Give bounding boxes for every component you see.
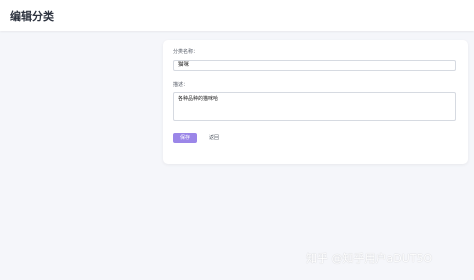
category-name-label: 分类名称： bbox=[173, 49, 199, 55]
back-button[interactable]: 返回 bbox=[209, 133, 219, 143]
description-label: 描述： bbox=[173, 82, 189, 88]
watermark: 知乎 @知乎用户aDUT5O bbox=[306, 252, 433, 265]
category-name-input[interactable]: 猫咪 bbox=[173, 60, 456, 71]
edit-category-form: 分类名称： 猫咪 描述： 各种品种的猫咪哈 保存 返回 bbox=[163, 40, 468, 164]
top-header: 编辑分类 bbox=[0, 0, 474, 31]
description-textarea[interactable]: 各种品种的猫咪哈 bbox=[173, 92, 456, 121]
page-title: 编辑分类 bbox=[10, 10, 54, 23]
save-button[interactable]: 保存 bbox=[173, 133, 197, 143]
